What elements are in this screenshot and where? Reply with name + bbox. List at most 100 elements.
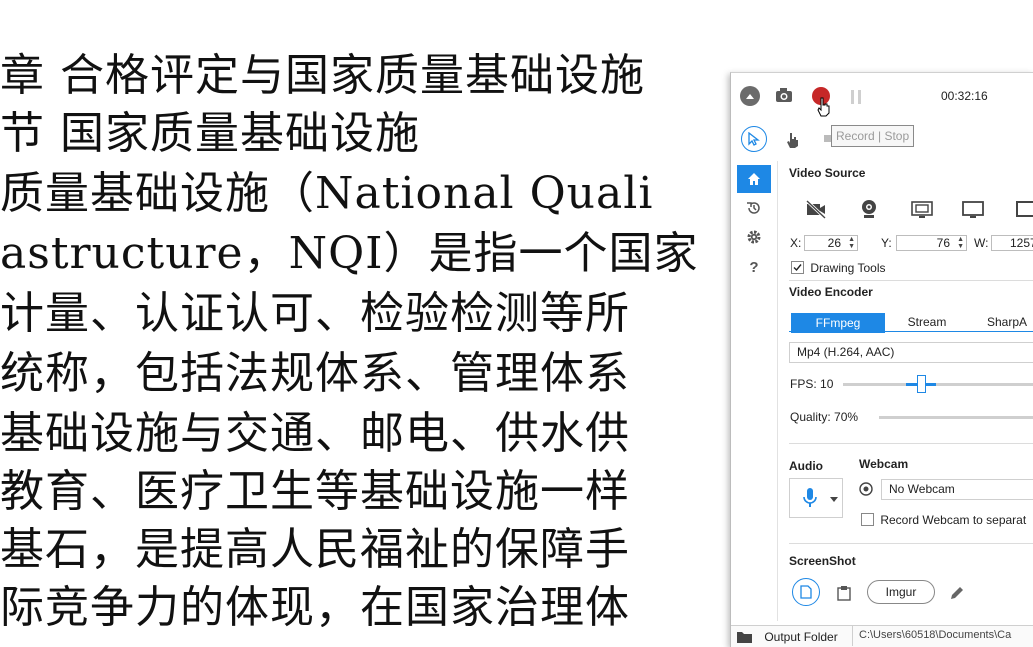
source-screen-button[interactable] [962,200,984,220]
y-input[interactable]: 76 ▲ ▼ [896,235,967,251]
hand-icon [787,133,798,148]
y-label: Y: [881,236,892,250]
w-value: 1257 [1010,236,1033,250]
source-webcam-button[interactable] [859,199,879,219]
nav-help[interactable]: ? [737,253,771,281]
nav-divider [777,161,778,621]
format-select[interactable]: Mp4 (H.264, AAC) [789,342,1033,363]
spinner-arrows-icon[interactable]: ▲ ▼ [957,236,964,250]
x-label: X: [790,236,802,250]
output-path[interactable]: C:\Users\60518\Documents\Ca [859,629,1011,641]
spinner-arrows-icon[interactable]: ▲ ▼ [848,236,855,250]
eye-icon [859,482,873,496]
pencil-icon [951,587,963,599]
drawing-tools-row[interactable]: Drawing Tools [791,260,886,275]
audio-source-button[interactable] [789,478,843,518]
folder-icon [737,631,752,643]
w-input[interactable]: 1257 [991,235,1033,251]
mouse-cursor [817,97,831,117]
doc-line-2: 节 国家质量基础设施 [0,108,420,159]
monitor-window-icon [911,201,933,218]
pause-button[interactable] [848,89,864,105]
history-icon [747,202,760,214]
nav-settings[interactable] [737,223,771,251]
fps-value: 10 [820,377,834,391]
doc-line-10: 际竞争力的体现，在国家治理体 [0,582,630,633]
region-icon [1016,201,1033,217]
audio-title: Audio [789,459,823,473]
w-label: W: [974,236,989,250]
camera-icon [776,88,792,102]
format-value: Mp4 (H.264, AAC) [797,345,895,359]
edit-button[interactable] [949,585,965,601]
chevron-up-icon [746,94,754,99]
output-folder-button[interactable]: Output Folder [737,627,838,645]
doc-line-7: 基础设施与交通、邮电、供水供 [0,408,630,459]
question-mark-icon: ? [749,258,759,276]
screenshot-title: ScreenShot [789,554,856,568]
home-icon [748,173,760,185]
record-webcam-separately-checkbox[interactable] [861,513,874,527]
record-webcam-separately-row[interactable]: Record Webcam to separat [861,512,1026,527]
record-webcam-separately-label: Record Webcam to separat [880,512,1027,527]
video-source-title: Video Source [789,166,866,180]
pointer-tool-button[interactable] [741,126,767,152]
video-encoder-title: Video Encoder [789,285,873,299]
output-divider [852,626,853,646]
pause-icon [851,90,861,104]
gear-icon [747,230,761,244]
save-to-disk-button[interactable] [792,578,820,606]
tab-ffmpeg[interactable]: FFmpeg [791,313,885,333]
doc-line-3: 质量基础设施（National Quali [0,168,654,219]
fps-slider-thumb[interactable] [917,375,926,393]
section-divider [789,543,1033,544]
checkmark-icon [793,264,802,272]
cursor-icon [748,132,760,146]
quality-value: 70% [834,410,859,424]
webcam-icon [862,200,876,218]
x-input[interactable]: 26 ▲ ▼ [804,235,858,251]
section-divider [789,280,1033,281]
hand-tool-button[interactable] [785,131,801,149]
microphone-icon [803,488,817,507]
collapse-button[interactable] [740,86,760,106]
monitor-icon [962,201,984,218]
hand-cursor-icon [817,97,830,117]
webcam-select[interactable]: No Webcam [881,479,1033,500]
quality-label-row: Quality: 70% [790,410,858,424]
drawing-tools-label: Drawing Tools [810,260,886,275]
webcam-title: Webcam [859,457,909,471]
doc-line-8: 教育、医疗卫生等基础设施一样 [0,466,630,517]
doc-line-9: 基石，是提高人民福祉的保障手 [0,524,630,575]
doc-line-6: 统称，包括法规体系、管理体系 [0,348,630,399]
source-window-button[interactable] [911,200,933,220]
clipboard-icon [837,586,851,601]
elapsed-timer: 00:32:16 [941,89,988,103]
clipboard-button[interactable] [837,585,851,601]
quality-slider-track[interactable] [879,416,1033,419]
doc-line-5: 计量、认证认可、检验检测等所 [0,288,630,339]
source-none-button[interactable] [805,199,827,220]
webcam-preview-button[interactable] [859,482,873,496]
tab-sharpavi[interactable]: SharpA [987,313,1033,331]
recorder-window: 00:32:16 Record | Stop ? Video Source X:… [730,72,1033,647]
fps-label-row: FPS: 10 [790,377,833,391]
output-folder-label: Output Folder [764,629,838,644]
webcam-value: No Webcam [889,482,955,496]
doc-line-1: 章 合格评定与国家质量基础设施 [0,50,645,101]
nav-history[interactable] [737,194,771,222]
record-tooltip: Record | Stop [831,125,915,147]
drawing-tools-checkbox[interactable] [791,261,804,275]
screenshot-button[interactable] [775,87,793,103]
x-value: 26 [827,236,841,250]
section-divider [789,443,1033,444]
fps-label: FPS: [790,377,817,391]
source-region-button[interactable] [1015,200,1033,220]
doc-line-4: astructure，NQI）是指一个国家 [0,228,699,279]
file-icon [800,585,812,599]
nav-home[interactable] [737,165,771,193]
quality-label: Quality: [790,410,831,424]
imgur-button[interactable]: Imgur [867,580,935,604]
fps-slider-track[interactable] [843,383,1033,386]
tab-stream[interactable]: Stream [887,313,967,331]
